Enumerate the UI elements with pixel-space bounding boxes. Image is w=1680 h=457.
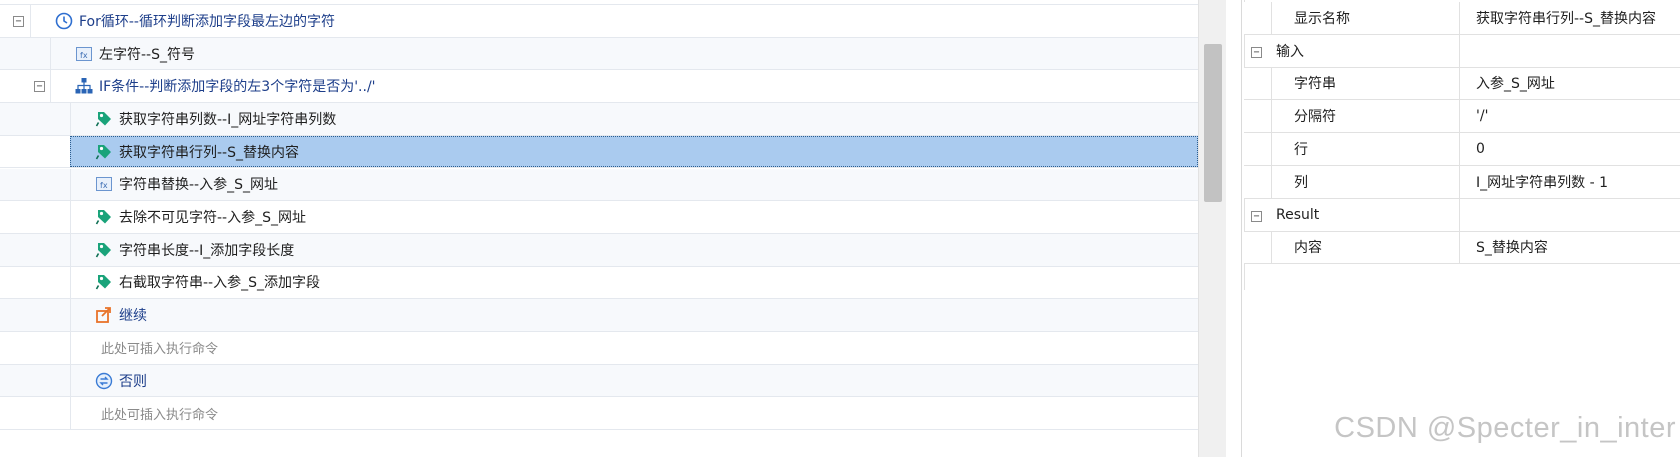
panel-splitter[interactable] <box>1226 0 1242 457</box>
tree-row-cell[interactable]: IF条件--判断添加字段的左3个字符是否为'../' <box>50 70 1198 103</box>
tag-icon <box>95 110 113 128</box>
tree-row[interactable]: 去除不可见字符--入参_S_网址 <box>0 201 1198 234</box>
property-row[interactable]: 行0 <box>1244 133 1680 166</box>
property-value[interactable]: I_网址字符串列数 - 1 <box>1460 166 1680 198</box>
tree-row-cell[interactable]: For循环--循环判断添加字段最左边的字符 <box>30 5 1198 37</box>
tree-row-label: 获取字符串列数--I_网址字符串列数 <box>119 111 337 128</box>
tree-vertical-scrollbar[interactable] <box>1198 0 1226 457</box>
tree-row-cell[interactable]: fx 左字符--S_符号 <box>50 37 1198 70</box>
tree-row-label: 字符串长度--I_添加字段长度 <box>119 242 295 259</box>
property-name: 字符串 <box>1272 67 1460 100</box>
tree-row[interactable]: 否则 <box>0 364 1198 398</box>
tree-row[interactable]: fx 左字符--S_符号 <box>0 37 1198 71</box>
clock-icon <box>55 12 73 30</box>
tree-row[interactable]: 字符串长度--I_添加字段长度 <box>0 233 1198 267</box>
tree-row-label: 此处可插入执行命令 <box>101 342 219 358</box>
property-row-gutter <box>1244 166 1272 198</box>
property-value[interactable]: 入参_S_网址 <box>1460 68 1680 100</box>
tree-row-cell[interactable]: 去除不可见字符--入参_S_网址 <box>70 201 1198 233</box>
svg-text:fx: fx <box>100 181 108 190</box>
tree-row[interactable]: 获取字符串行列--S_替换内容 <box>0 135 1198 169</box>
property-grid: 显示名称 获取字符串行列--S_替换内容 − 输入 字符串 入参_S_网址 分隔符 '/' 行 0… <box>1244 0 1680 457</box>
tree-row-label: 否则 <box>119 373 147 390</box>
tree-row[interactable]: 获取字符串列数--I_网址字符串列数 <box>0 103 1198 136</box>
tag-icon <box>95 273 113 291</box>
property-name: 显示名称 <box>1272 2 1460 34</box>
tree-row[interactable]: fx 字符串替换--入参_S_网址 <box>0 168 1198 202</box>
property-value <box>1460 199 1680 231</box>
tree-row-label: 继续 <box>119 308 147 325</box>
property-value[interactable]: '/' <box>1460 100 1680 132</box>
insert-placeholder-row[interactable]: 此处可插入执行命令 <box>0 332 1198 365</box>
branch-icon <box>75 77 93 95</box>
command-tree: − For循环--循环判断添加字段最左边的字符 fx 左字符--S_符号 − IF条件--… <box>0 0 1198 457</box>
tree-row-cell[interactable]: 此处可插入执行命令 <box>70 332 1198 364</box>
insert-placeholder-row[interactable]: 此处可插入执行命令 <box>0 397 1198 431</box>
property-category-name: Result <box>1244 198 1460 231</box>
tag-icon <box>95 208 113 226</box>
property-name: 行 <box>1272 133 1460 165</box>
tree-row-cell[interactable]: fx 字符串替换--入参_S_网址 <box>70 168 1198 201</box>
collapse-toggle[interactable]: − <box>34 81 45 93</box>
function-icon: fx <box>95 175 113 193</box>
tag-icon <box>95 143 113 161</box>
property-category-row[interactable]: − 输入 <box>1244 34 1680 68</box>
tag-icon <box>95 241 113 259</box>
property-name: 分隔符 <box>1272 100 1460 133</box>
property-row-gutter <box>1244 67 1272 100</box>
property-row[interactable]: 显示名称 获取字符串行列--S_替换内容 <box>1244 2 1680 35</box>
property-row[interactable]: 列 I_网址字符串列数 - 1 <box>1244 166 1680 199</box>
tree-row-label: 右截取字符串--入参_S_添加字段 <box>119 275 320 292</box>
property-value[interactable]: S_替换内容 <box>1460 232 1680 264</box>
tree-row-label: 字符串替换--入参_S_网址 <box>119 177 278 194</box>
tree-row[interactable]: 继续 <box>0 299 1198 332</box>
tree-row[interactable]: 右截取字符串--入参_S_添加字段 <box>0 266 1198 300</box>
property-row-gutter <box>1244 2 1272 34</box>
function-icon: fx <box>75 45 93 63</box>
tree-row-label: 获取字符串行列--S_替换内容 <box>119 144 299 161</box>
property-value[interactable]: 0 <box>1460 133 1680 165</box>
tree-row-cell[interactable]: 获取字符串列数--I_网址字符串列数 <box>70 103 1198 135</box>
tree-row-cell[interactable]: 继续 <box>70 299 1198 331</box>
tree-row-cell[interactable]: 字符串长度--I_添加字段长度 <box>70 233 1198 266</box>
else-icon <box>95 372 113 390</box>
tree-row[interactable]: − For循环--循环判断添加字段最左边的字符 <box>0 5 1198 38</box>
property-row[interactable]: 内容 S_替换内容 <box>1244 231 1680 265</box>
tree-row-label: IF条件--判断添加字段的左3个字符是否为'../' <box>99 79 376 96</box>
continue-icon <box>95 306 113 324</box>
tree-row[interactable]: − IF条件--判断添加字段的左3个字符是否为'../' <box>0 70 1198 104</box>
property-value[interactable]: 获取字符串行列--S_替换内容 <box>1460 2 1680 34</box>
property-row-gutter <box>1244 133 1272 165</box>
property-category-row[interactable]: − Result <box>1244 198 1680 232</box>
property-name: 列 <box>1272 166 1460 198</box>
tree-row-label: For循环--循环判断添加字段最左边的字符 <box>79 13 335 30</box>
property-row-gutter <box>1244 100 1272 133</box>
property-row[interactable]: 分隔符 '/' <box>1244 100 1680 134</box>
property-category-name: 输入 <box>1244 34 1460 67</box>
tree-row-cell[interactable]: 否则 <box>70 364 1198 397</box>
tree-row-label: 去除不可见字符--入参_S_网址 <box>119 210 306 227</box>
property-row-gutter <box>1244 231 1272 264</box>
collapse-toggle[interactable]: − <box>13 15 24 27</box>
property-value <box>1460 35 1680 67</box>
tree-row-cell[interactable]: 右截取字符串--入参_S_添加字段 <box>70 266 1198 299</box>
tree-row-cell[interactable]: 此处可插入执行命令 <box>70 397 1198 430</box>
svg-text:fx: fx <box>80 51 88 60</box>
watermark: CSDN @Specter_in_inter <box>1334 412 1676 444</box>
property-row[interactable]: 字符串 入参_S_网址 <box>1244 67 1680 101</box>
tree-row-label: 左字符--S_符号 <box>99 46 195 63</box>
tree-row-cell[interactable]: 获取字符串行列--S_替换内容 <box>70 135 1198 168</box>
property-name: 内容 <box>1272 231 1460 264</box>
scrollbar-thumb[interactable] <box>1204 44 1222 202</box>
tree-row-label: 此处可插入执行命令 <box>101 407 219 423</box>
